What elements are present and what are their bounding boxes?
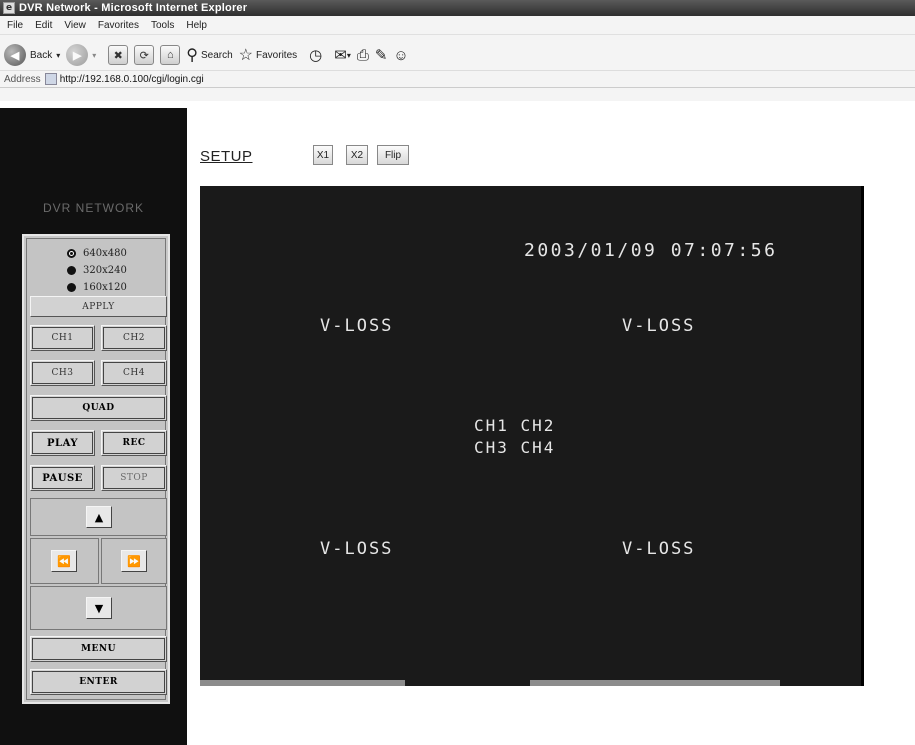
rewind-cell: ⏪ xyxy=(30,538,99,584)
vloss-ch1: V-LOSS xyxy=(320,316,394,336)
menu-help[interactable]: Help xyxy=(186,20,207,31)
forward-dropdown-icon[interactable]: ▾ xyxy=(92,51,96,60)
mail-dropdown-icon[interactable]: ▾ xyxy=(347,51,351,60)
search-button[interactable]: Search xyxy=(201,50,233,61)
video-display[interactable]: 2003/01/09 07:07:56 V-LOSS V-LOSS CH1 CH… xyxy=(200,186,864,686)
ie-logo-icon: e xyxy=(3,2,15,14)
address-input[interactable]: http://192.168.0.100/cgi/login.cgi xyxy=(44,72,915,86)
radio-icon[interactable] xyxy=(67,283,76,292)
channel-label-row2: CH3 CH4 xyxy=(474,438,556,457)
left-panel: DVR NETWORK 640x480 320x240 160x120 APPL… xyxy=(0,108,187,745)
address-url[interactable]: http://192.168.0.100/cgi/login.cgi xyxy=(60,74,204,85)
down-cell: ▼ xyxy=(30,586,167,630)
messenger-icon[interactable]: ☺ xyxy=(393,47,408,64)
ch2-button[interactable]: CH2 xyxy=(101,325,167,351)
resolution-option-640[interactable]: 640x480 xyxy=(67,245,167,262)
back-icon[interactable]: ◀ xyxy=(4,44,26,66)
vloss-ch3: V-LOSS xyxy=(320,539,394,559)
fast-forward-cell: ⏩ xyxy=(101,538,167,584)
rec-button[interactable]: REC xyxy=(101,430,167,456)
control-panel: 640x480 320x240 160x120 APPLY CH1 CH2 CH… xyxy=(22,234,170,704)
back-button[interactable]: Back xyxy=(30,50,52,61)
ch1-button[interactable]: CH1 xyxy=(30,325,95,351)
resolution-group: 640x480 320x240 160x120 xyxy=(67,245,167,296)
resolution-option-320[interactable]: 320x240 xyxy=(67,262,167,279)
setup-link[interactable]: SETUP xyxy=(200,148,253,165)
address-label: Address xyxy=(4,73,41,85)
video-scrollbar-right xyxy=(530,680,780,686)
radio-icon[interactable] xyxy=(67,266,76,275)
x2-button[interactable]: X2 xyxy=(346,145,368,165)
dvr-network-logo: DVR NETWORK xyxy=(43,201,144,215)
stop-icon[interactable]: ✖ xyxy=(108,45,129,65)
menu-tools[interactable]: Tools xyxy=(151,20,174,31)
search-icon[interactable]: ⚲ xyxy=(186,45,198,65)
mail-icon[interactable]: ✉ xyxy=(334,46,347,64)
rewind-icon[interactable]: ⏪ xyxy=(51,550,77,572)
page-icon xyxy=(44,73,57,85)
up-arrow-icon[interactable]: ▲ xyxy=(86,506,112,528)
video-scrollbar-left xyxy=(200,680,405,686)
ch4-button[interactable]: CH4 xyxy=(101,360,167,386)
apply-button[interactable]: APPLY xyxy=(30,296,167,317)
vloss-ch4: V-LOSS xyxy=(622,539,696,559)
browser-toolbar: ◀ Back ▾ ▶ ▾ ✖ ⟳ ⌂ ⚲ Search ☆ Favorites … xyxy=(0,34,915,101)
window-title: DVR Network - Microsoft Internet Explore… xyxy=(19,2,248,14)
menu-view[interactable]: View xyxy=(64,20,86,31)
vloss-ch2: V-LOSS xyxy=(622,316,696,336)
print-icon[interactable]: ⎙ xyxy=(357,47,369,64)
enter-button[interactable]: ENTER xyxy=(30,669,167,695)
pause-button[interactable]: PAUSE xyxy=(30,465,95,491)
play-button[interactable]: PLAY xyxy=(30,430,95,456)
radio-selected-icon[interactable] xyxy=(67,249,76,258)
resolution-option-160[interactable]: 160x120 xyxy=(67,279,167,296)
quad-button[interactable]: QUAD xyxy=(30,395,167,421)
address-bar: Address http://192.168.0.100/cgi/login.c… xyxy=(0,70,915,88)
up-cell: ▲ xyxy=(30,498,167,536)
menu-favorites[interactable]: Favorites xyxy=(98,20,139,31)
x1-button[interactable]: X1 xyxy=(313,145,333,165)
favorites-button[interactable]: Favorites xyxy=(256,50,297,61)
menu-bar: File Edit View Favorites Tools Help xyxy=(0,16,915,34)
video-timestamp: 2003/01/09 07:07:56 xyxy=(524,240,778,261)
title-bar: e DVR Network - Microsoft Internet Explo… xyxy=(0,0,915,16)
flip-button[interactable]: Flip xyxy=(377,145,409,165)
menu-edit[interactable]: Edit xyxy=(35,20,52,31)
channel-label-row1: CH1 CH2 xyxy=(474,416,556,435)
menu-file[interactable]: File xyxy=(7,20,23,31)
history-icon[interactable]: ◷ xyxy=(309,46,322,64)
stop-button[interactable]: STOP xyxy=(101,465,167,491)
refresh-icon[interactable]: ⟳ xyxy=(134,45,155,65)
menu-button[interactable]: MENU xyxy=(30,636,167,662)
ch3-button[interactable]: CH3 xyxy=(30,360,95,386)
fast-forward-icon[interactable]: ⏩ xyxy=(121,550,147,572)
forward-icon[interactable]: ▶ xyxy=(66,44,89,66)
down-arrow-icon[interactable]: ▼ xyxy=(86,597,112,619)
back-dropdown-icon[interactable]: ▾ xyxy=(56,51,60,60)
favorites-star-icon[interactable]: ☆ xyxy=(239,45,253,65)
edit-icon[interactable]: ✎ xyxy=(375,46,388,64)
home-icon[interactable]: ⌂ xyxy=(160,45,181,65)
